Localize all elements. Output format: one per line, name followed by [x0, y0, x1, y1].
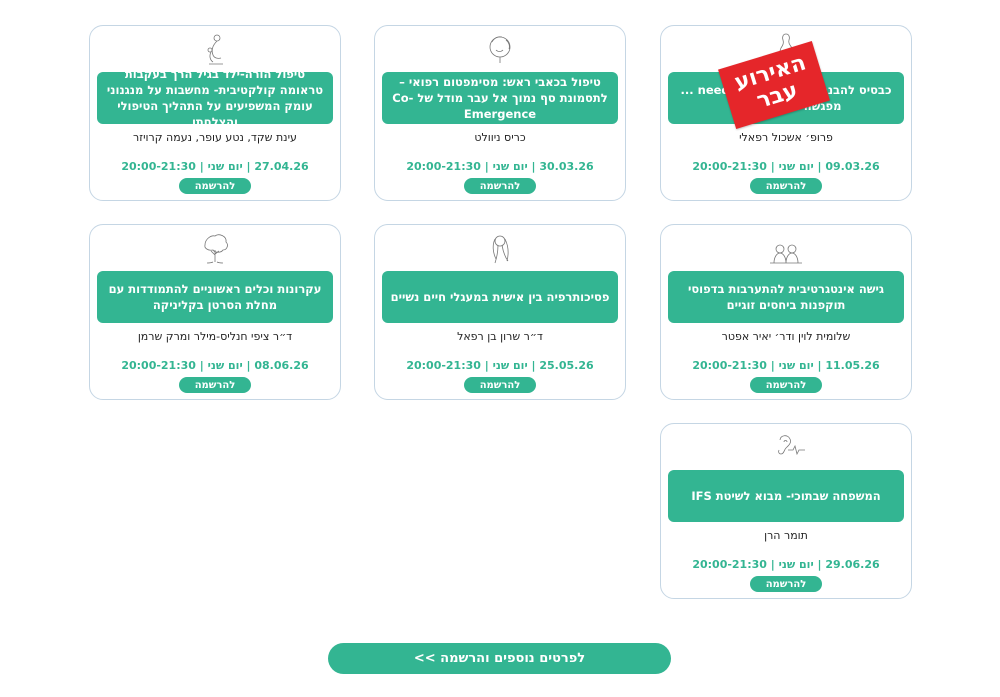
event-presenter: שלומית לוין ודר׳ יאיר אפטר — [721, 330, 851, 343]
event-time: 20:00-21:30 — [406, 359, 481, 372]
event-day: יום שני — [207, 359, 243, 372]
event-date-line: 27.04.26 | יום שני | 20:00-21:30 — [121, 160, 309, 173]
event-date: 29.06.26 — [825, 558, 880, 571]
event-date: 11.05.26 — [825, 359, 880, 372]
event-presenter: ד״ר שרון בן רפאל — [457, 330, 543, 343]
event-date: 27.04.26 — [254, 160, 309, 173]
event-presenter: תומר הרן — [764, 529, 808, 542]
event-date: 09.03.26 — [825, 160, 880, 173]
event-time: 20:00-21:30 — [121, 160, 196, 173]
event-time: 20:00-21:30 — [692, 558, 767, 571]
event-date: 30.03.26 — [539, 160, 594, 173]
event-date-line: 11.05.26 | יום שני | 20:00-21:30 — [692, 359, 880, 372]
event-day: יום שני — [778, 160, 814, 173]
register-button[interactable]: להרשמה — [464, 178, 536, 194]
event-day: יום שני — [778, 359, 814, 372]
woman-hair-drawing-icon — [478, 229, 522, 269]
event-title: טיפול בכאבי ראש: מסימפטום רפואי – לתסמונ… — [382, 72, 618, 124]
event-title: גישה אינטגרטיבית להתערבות בדפוסי תוקפנות… — [668, 271, 904, 323]
event-date-line: 29.06.26 | יום שני | 20:00-21:30 — [692, 558, 880, 571]
event-title: פסיכותרפיה בין אישית במעגלי חיים נשיים — [382, 271, 618, 323]
event-day: יום שני — [778, 558, 814, 571]
event-date-line: 25.05.26 | יום שני | 20:00-21:30 — [406, 359, 594, 372]
event-title: טיפול הורה-ילד בגיל הרך בעקבות טראומה קו… — [97, 67, 333, 129]
register-button[interactable]: להרשמה — [750, 178, 822, 194]
register-button[interactable]: להרשמה — [179, 377, 251, 393]
event-card-2: טיפול בכאבי ראש: מסימפטום רפואי – לתסמונ… — [374, 25, 626, 201]
event-presenter: פרופ׳ אשכול רפאלי — [739, 131, 833, 144]
event-card-3: טיפול הורה-ילד בגיל הרך בעקבות טראומה קו… — [89, 25, 341, 201]
register-button[interactable]: להרשמה — [750, 576, 822, 592]
event-title: עקרונות וכלים ראשוניים להתמודדות עם מחלת… — [97, 271, 333, 323]
register-button[interactable]: להרשמה — [464, 377, 536, 393]
event-date-line: 09.03.26 | יום שני | 20:00-21:30 — [692, 160, 880, 173]
event-time: 20:00-21:30 — [121, 359, 196, 372]
event-presenter: ד״ר ציפי חנליס-מילר ומרק שרמן — [137, 330, 293, 343]
register-button[interactable]: להרשמה — [750, 377, 822, 393]
more-details-button[interactable]: לפרטים נוספים והרשמה >> — [328, 643, 671, 674]
mother-child-drawing-icon — [193, 30, 237, 70]
event-date: 08.06.26 — [254, 359, 309, 372]
couple-drawing-icon — [764, 229, 808, 269]
event-time: 20:00-21:30 — [692, 160, 767, 173]
event-card-5: פסיכותרפיה בין אישית במעגלי חיים נשיים ד… — [374, 224, 626, 400]
event-card-4: גישה אינטגרטיבית להתערבות בדפוסי תוקפנות… — [660, 224, 912, 400]
event-title: המשפחה שבתוכי- מבוא לשיטת IFS — [668, 470, 904, 522]
event-card-1: כבסיס להבנה ב needs to change ... מפגשה … — [660, 25, 912, 201]
tree-drawing-icon — [193, 229, 237, 269]
event-card-7: המשפחה שבתוכי- מבוא לשיטת IFS תומר הרן 2… — [660, 423, 912, 599]
event-day: יום שני — [207, 160, 243, 173]
event-date: 25.05.26 — [539, 359, 594, 372]
register-button[interactable]: להרשמה — [179, 178, 251, 194]
event-day: יום שני — [492, 160, 528, 173]
event-time: 20:00-21:30 — [406, 160, 481, 173]
event-presenter: כריס ניוולט — [474, 131, 526, 144]
event-presenter: עינת שקד, נטע עופר, נעמה קרויזר — [133, 131, 297, 144]
heartbeat-ear-drawing-icon — [764, 428, 808, 468]
event-date-line: 08.06.26 | יום שני | 20:00-21:30 — [121, 359, 309, 372]
event-time: 20:00-21:30 — [692, 359, 767, 372]
event-day: יום שני — [492, 359, 528, 372]
head-line-drawing-icon — [478, 30, 522, 70]
event-date-line: 30.03.26 | יום שני | 20:00-21:30 — [406, 160, 594, 173]
event-card-6: עקרונות וכלים ראשוניים להתמודדות עם מחלת… — [89, 224, 341, 400]
